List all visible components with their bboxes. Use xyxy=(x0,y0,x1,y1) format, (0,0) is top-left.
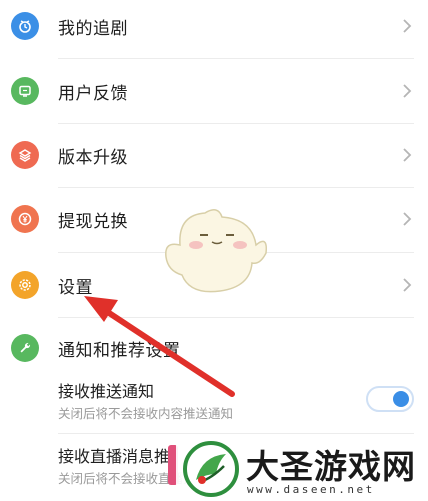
watermark-url: www.daseen.net xyxy=(247,483,375,496)
mascot-sticker xyxy=(165,209,268,293)
gear-icon xyxy=(11,271,39,299)
menu-item-label: 提现兑换 xyxy=(58,211,128,232)
tv-icon xyxy=(11,12,39,40)
live-title: 接收直播消息推 xyxy=(58,447,171,466)
menu-item-label: 我的追剧 xyxy=(58,18,128,39)
toggle-knob xyxy=(393,391,409,407)
section-title: 通知和推荐设置 xyxy=(58,340,181,361)
divider xyxy=(58,433,414,434)
menu-item-feedback[interactable]: 用户反馈 xyxy=(0,59,428,123)
yuan-icon xyxy=(11,205,39,233)
menu-item-label: 用户反馈 xyxy=(58,83,128,104)
watermark-logo-icon xyxy=(183,441,239,497)
layers-icon xyxy=(11,141,39,169)
feedback-icon xyxy=(11,77,39,105)
push-description: 关闭后将不会接收内容推送通知 xyxy=(58,406,234,421)
menu-item-label: 版本升级 xyxy=(58,147,128,168)
menu-item-version-upgrade[interactable]: 版本升级 xyxy=(0,123,428,187)
push-toggle[interactable] xyxy=(366,386,414,412)
chevron-right-icon xyxy=(403,84,412,98)
push-title: 接收推送通知 xyxy=(58,382,155,401)
menu-item-label: 设置 xyxy=(58,277,93,298)
chevron-right-icon xyxy=(403,212,412,226)
wrench-icon xyxy=(11,334,39,362)
menu-item-my-dramas[interactable]: 我的追剧 xyxy=(0,0,428,58)
chevron-right-icon xyxy=(403,19,412,33)
section-notifications: 通知和推荐设置 xyxy=(0,316,428,380)
watermark-title: 大圣游戏网 xyxy=(246,447,416,486)
chevron-right-icon xyxy=(403,148,412,162)
chevron-right-icon xyxy=(403,278,412,292)
